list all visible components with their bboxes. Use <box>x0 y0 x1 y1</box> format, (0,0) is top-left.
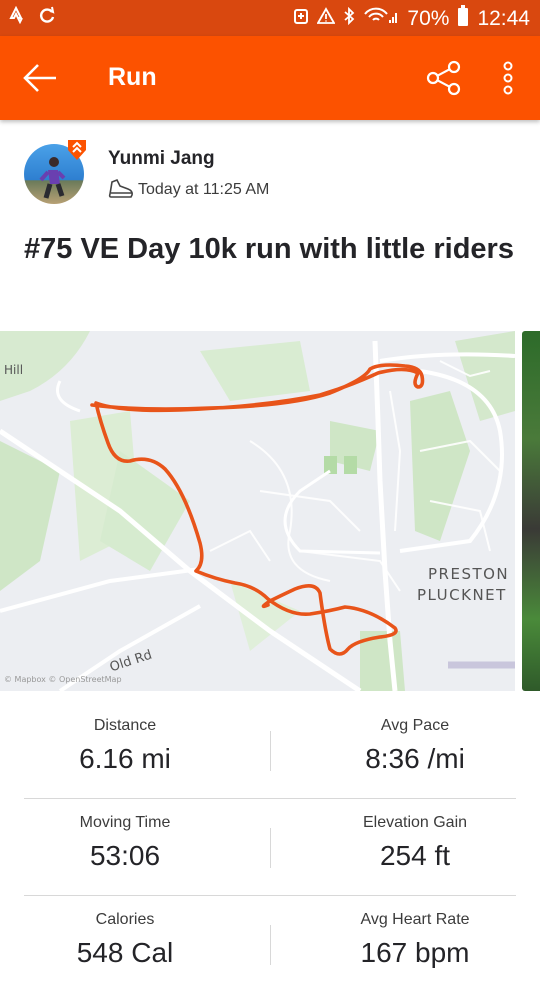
subscriber-badge-icon <box>66 138 88 162</box>
stat-avg-pace: Avg Pace 8:36 /mi <box>290 700 540 775</box>
stats-row: Distance 6.16 mi Avg Pace 8:36 /mi <box>0 700 540 797</box>
stat-avg-heart-rate: Avg Heart Rate 167 bpm <box>290 894 540 969</box>
more-vertical-icon <box>503 61 513 95</box>
stat-label: Avg Heart Rate <box>360 911 470 928</box>
map-canvas <box>0 331 515 691</box>
stat-value: 53:06 <box>89 840 161 871</box>
share-icon <box>426 60 461 96</box>
back-button[interactable] <box>20 58 64 98</box>
app-bar: Run <box>0 36 540 120</box>
stat-divider <box>270 828 271 868</box>
stat-elevation-gain: Elevation Gain 254 ft <box>290 797 540 872</box>
stat-value: 254 ft <box>379 840 451 871</box>
stat-label: Distance <box>93 717 157 734</box>
stat-moving-time: Moving Time 53:06 <box>0 797 250 872</box>
athlete-name[interactable]: Yunmi Jang <box>108 148 215 170</box>
stat-value: 548 Cal <box>76 937 174 968</box>
status-bar: 70% 12:44 <box>0 0 540 36</box>
sync-icon <box>38 6 56 30</box>
stat-label: Elevation Gain <box>362 814 468 831</box>
stat-divider <box>270 731 271 771</box>
activity-timestamp: Today at 11:25 AM <box>138 181 270 198</box>
stat-calories: Calories 548 Cal <box>0 894 250 969</box>
stat-value: 8:36 /mi <box>365 743 465 774</box>
map-attribution[interactable]: © Mapbox © OpenStreetMap <box>4 675 122 684</box>
wifi-signal-icon <box>363 7 399 31</box>
bluetooth-icon <box>343 6 355 31</box>
stats-row: Calories 548 Cal Avg Heart Rate 167 bpm <box>0 894 540 991</box>
stats-row: Moving Time 53:06 Elevation Gain 254 ft <box>0 797 540 894</box>
activity-title: #75 VE Day 10k run with little riders <box>24 233 514 265</box>
stat-distance: Distance 6.16 mi <box>0 700 250 775</box>
arrow-left-icon <box>23 64 56 92</box>
map-label-place-1: PRESTON <box>428 565 510 583</box>
activity-photo-thumbnail[interactable] <box>522 331 540 691</box>
stat-label: Calories <box>95 911 155 928</box>
page-title: Run <box>108 63 157 91</box>
map-label-place-2: PLUCKNET <box>417 586 507 604</box>
more-options-button[interactable] <box>494 56 522 100</box>
data-saver-icon <box>293 7 309 31</box>
share-button[interactable] <box>424 58 464 98</box>
stat-value: 6.16 mi <box>79 743 171 774</box>
stat-value: 167 bpm <box>360 937 470 968</box>
stat-label: Moving Time <box>79 814 171 831</box>
stat-label: Avg Pace <box>380 717 450 734</box>
shoe-icon <box>108 178 134 200</box>
map-label-hill: Hill <box>4 363 24 377</box>
battery-icon <box>457 5 469 33</box>
strava-notification-icon <box>8 5 24 30</box>
route-map[interactable]: Hill PRESTON PLUCKNET Old Rd © Mapbox © … <box>0 331 515 691</box>
battery-percent: 70% <box>407 7 450 30</box>
stat-divider <box>270 925 271 965</box>
warning-icon <box>316 7 336 31</box>
clock: 12:44 <box>477 7 530 30</box>
